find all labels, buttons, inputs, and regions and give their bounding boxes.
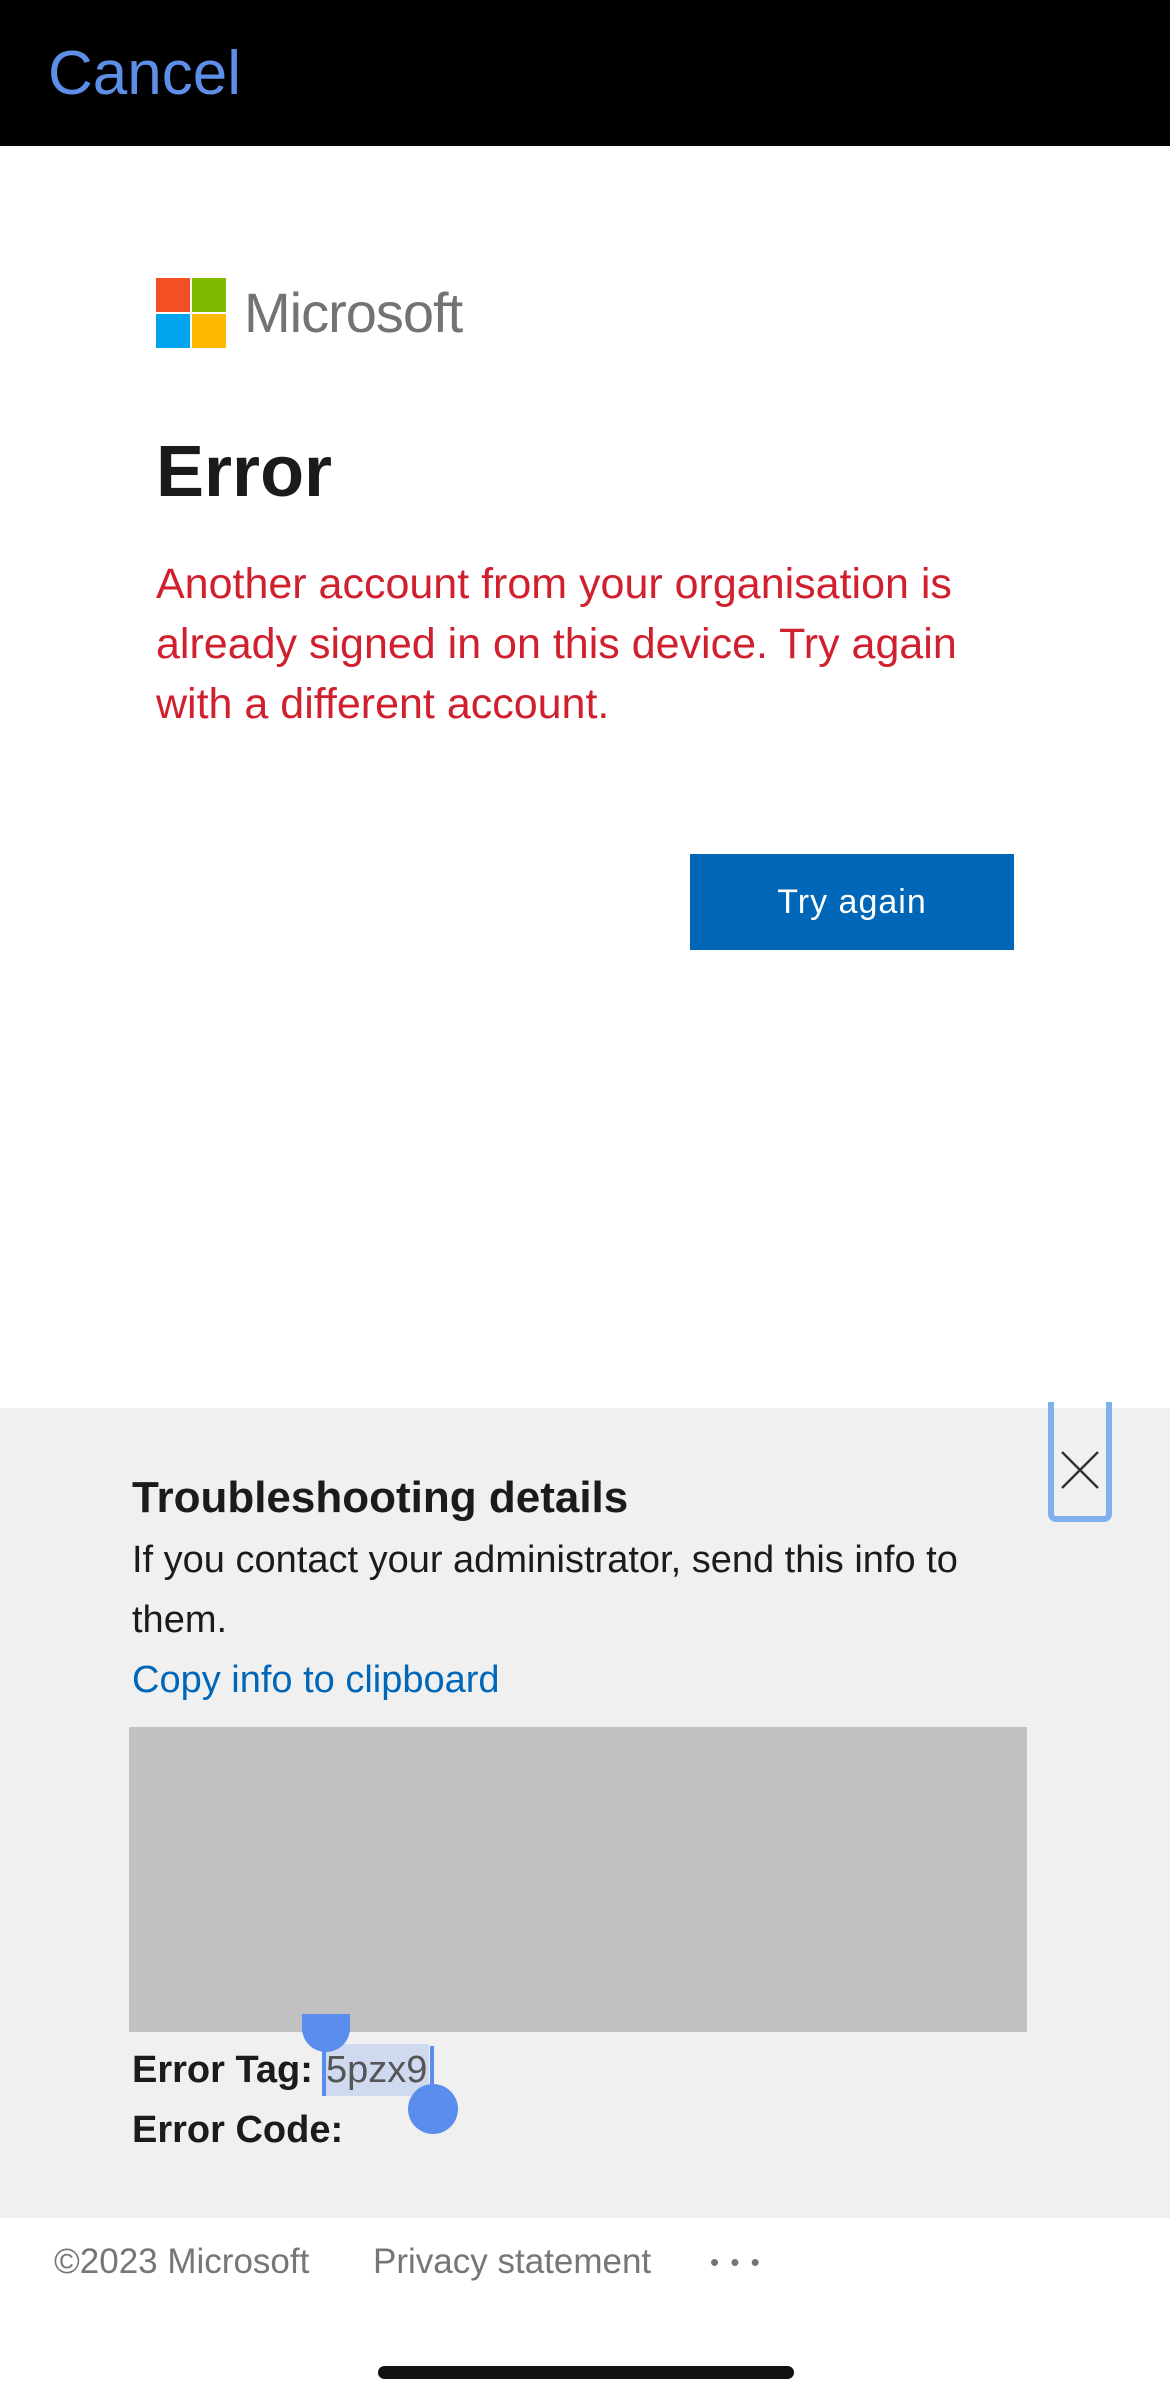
- selection-start-caret: [322, 2046, 326, 2096]
- brand-name: Microsoft: [244, 281, 463, 344]
- home-indicator[interactable]: [378, 2366, 794, 2379]
- selection-end-handle[interactable]: [408, 2084, 458, 2134]
- page-title: Error: [156, 432, 333, 512]
- error-tag-value[interactable]: 5pzx9: [324, 2044, 430, 2096]
- navigation-bar: Cancel: [0, 0, 1170, 146]
- troubleshooting-title: Troubleshooting details: [132, 1473, 629, 1522]
- error-code-row: Error Code:: [132, 2100, 343, 2160]
- microsoft-brand: Microsoft: [156, 278, 463, 348]
- microsoft-logo-icon: [156, 278, 226, 348]
- error-code-label: Error Code:: [132, 2109, 344, 2151]
- error-tag-row: Error Tag:: [132, 2040, 313, 2100]
- redacted-info-box: [129, 1727, 1027, 2032]
- cancel-button[interactable]: Cancel: [48, 38, 241, 110]
- close-button[interactable]: [1048, 1402, 1112, 1522]
- error-message: Another account from your organisation i…: [156, 560, 957, 728]
- more-options-icon[interactable]: • • •: [710, 2236, 762, 2288]
- troubleshooting-description: If you contact your administrator, send …: [132, 1539, 958, 1641]
- error-tag-label: Error Tag:: [132, 2049, 313, 2091]
- copy-info-link[interactable]: Copy info to clipboard: [132, 1650, 500, 1710]
- copyright-text: ©2023 Microsoft: [54, 2242, 310, 2281]
- try-again-button[interactable]: Try again: [690, 854, 1014, 950]
- close-icon: [1061, 1451, 1099, 1489]
- privacy-statement-link[interactable]: Privacy statement: [373, 2236, 651, 2288]
